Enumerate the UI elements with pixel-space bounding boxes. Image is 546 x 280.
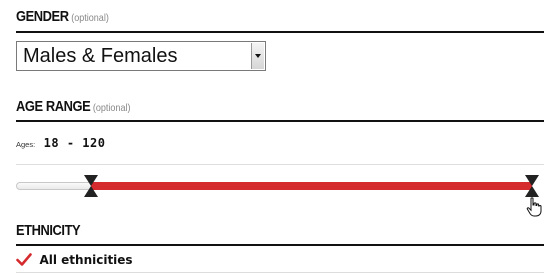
gender-optional-note: (optional) xyxy=(71,12,109,24)
ethnicity-title: ETHNICITY xyxy=(16,222,81,239)
ethnicity-bottom-divider xyxy=(16,272,544,273)
all-ethnicities-checkbox[interactable]: All ethnicities xyxy=(16,251,133,269)
checkmark-icon[interactable] xyxy=(16,252,32,267)
gender-select-value: Males & Females xyxy=(23,45,178,67)
ages-readout: Ages: 18 - 120 xyxy=(16,134,105,152)
ethnicity-heading: ETHNICITY xyxy=(16,222,81,239)
slider-top-divider xyxy=(16,164,544,165)
hand-cursor-icon xyxy=(526,197,542,217)
age-range-optional-note: (optional) xyxy=(92,102,131,114)
ages-value: 18 - 120 xyxy=(43,136,106,150)
all-ethnicities-label: All ethnicities xyxy=(39,252,133,267)
age-slider-min-handle[interactable] xyxy=(83,175,98,197)
gender-divider xyxy=(16,31,544,33)
gender-heading: GENDER (optional) xyxy=(16,8,109,25)
age-slider-fill xyxy=(90,182,532,190)
chevron-down-icon[interactable] xyxy=(251,43,264,69)
ethnicity-divider xyxy=(16,244,544,246)
gender-select[interactable]: Males & Females xyxy=(16,41,266,71)
gender-title: GENDER xyxy=(16,8,69,25)
ages-label: Ages: xyxy=(16,140,36,149)
age-range-divider xyxy=(16,120,544,122)
age-slider-max-handle[interactable] xyxy=(525,175,539,197)
age-range-heading: AGE RANGE (optional) xyxy=(16,98,130,115)
age-range-title: AGE RANGE xyxy=(16,98,91,115)
